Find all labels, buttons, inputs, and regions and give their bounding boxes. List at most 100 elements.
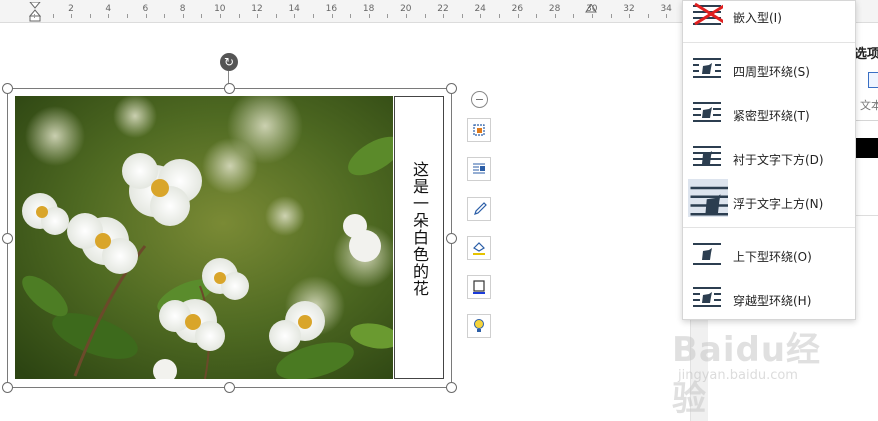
menu-label-in-front-of-text: 浮于文字上方(N) <box>733 197 824 211</box>
ruler-tick <box>182 14 184 18</box>
menu-label-inline: 嵌入型(I) <box>733 11 782 25</box>
ruler-tick <box>368 14 370 18</box>
ruler-tick <box>52 14 54 18</box>
resize-handle-top-left[interactable] <box>2 83 13 94</box>
color-swatch[interactable] <box>856 138 878 158</box>
wrap-in-front-icon <box>688 179 728 217</box>
ruler-tick <box>573 14 575 18</box>
menu-item-through[interactable]: 穿越型环绕(H) <box>683 280 855 318</box>
ruler-tick <box>275 14 277 18</box>
fill-button[interactable] <box>467 236 491 260</box>
ruler-label: 10 <box>214 4 226 14</box>
wrap-behind-text-icon <box>693 146 721 166</box>
menu-item-inline[interactable]: 嵌入型(I) <box>683 0 855 35</box>
ruler-label: 28 <box>548 4 561 14</box>
ruler-tick <box>406 14 407 18</box>
panel-title: 选项 <box>854 47 878 62</box>
menu-item-tight[interactable]: 紧密型环绕(T) <box>683 95 855 133</box>
ruler-tick <box>331 14 333 18</box>
menu-label-top-bottom: 上下型环绕(O) <box>733 250 812 264</box>
resize-handle-bottom-center[interactable] <box>224 382 235 393</box>
ruler-tick <box>536 14 538 18</box>
effects-button[interactable] <box>467 314 491 338</box>
ruler-scale: 2 4 6 8 10 12 14 16 18 20 22 24 26 28 30 32 34 <box>0 4 690 18</box>
menu-label-square: 四周型环绕(S) <box>733 65 810 79</box>
ruler-tick <box>89 14 91 18</box>
outline-button[interactable] <box>467 275 491 299</box>
fill-bucket-icon <box>473 242 485 255</box>
menu-item-in-front-of-text[interactable]: 浮于文字上方(N) <box>683 179 855 221</box>
menu-separator <box>683 42 855 43</box>
layout-options-button[interactable] <box>467 118 491 142</box>
ruler-tick <box>424 14 426 18</box>
ruler-tick <box>387 14 389 18</box>
resize-handle-top-right[interactable] <box>446 83 457 94</box>
ruler-tick <box>610 14 612 18</box>
ruler-tick <box>499 14 500 18</box>
ruler-label: 26 <box>511 4 524 14</box>
ruler-tick <box>647 14 649 18</box>
resize-handle-middle-left[interactable] <box>2 233 13 244</box>
ruler-label: 14 <box>288 4 300 14</box>
ruler-label: 18 <box>362 4 375 14</box>
ruler-tick <box>517 14 519 18</box>
ruler-tick <box>238 14 240 18</box>
panel-divider-2 <box>856 215 878 216</box>
panel-text-icon[interactable] <box>868 72 878 88</box>
ruler-tick <box>554 14 556 18</box>
ruler-tick <box>480 14 482 18</box>
panel-text-label: 文本 <box>860 99 878 112</box>
ruler-label: 22 <box>437 4 449 14</box>
resize-handle-top-center[interactable] <box>224 83 235 94</box>
ruler-tick <box>108 14 110 18</box>
ruler-tick <box>127 14 128 18</box>
ruler-label: 24 <box>474 4 486 14</box>
vertical-textbox[interactable]: 这是一朵白色的花 <box>394 96 444 379</box>
menu-label-through: 穿越型环绕(H) <box>733 294 812 308</box>
ruler-tick <box>71 14 73 18</box>
rotate-icon[interactable]: ↻ <box>220 53 238 71</box>
ruler-tick <box>220 14 221 18</box>
text-wrap-button[interactable] <box>467 157 491 181</box>
watermark-sub: jingyan.baidu.com <box>678 368 798 383</box>
brush-icon <box>474 202 487 215</box>
ruler-label: 16 <box>325 4 338 14</box>
ruler-label: 8 <box>179 4 186 14</box>
outline-icon <box>473 280 485 294</box>
ruler-label: 34 <box>660 4 672 14</box>
wrap-square-icon <box>693 58 721 78</box>
ruler-label: 30 <box>586 4 598 14</box>
textbox-text[interactable]: 这是一朵白色的花 <box>407 161 431 297</box>
menu-item-square[interactable]: 四周型环绕(S) <box>683 51 855 89</box>
baidu-watermark: Baidu经验 jingyan.baidu.com <box>672 322 832 419</box>
pen-button[interactable] <box>467 197 491 221</box>
ruler-tick <box>592 14 593 18</box>
ruler-label: 12 <box>251 4 263 14</box>
ruler-tick <box>294 14 296 18</box>
flower-photo[interactable] <box>15 96 393 379</box>
ruler-tick <box>145 14 147 18</box>
ruler-label: 6 <box>142 4 149 14</box>
resize-handle-middle-right[interactable] <box>446 233 457 244</box>
ruler-tick <box>350 14 352 18</box>
collapse-tools-button[interactable]: − <box>471 91 488 108</box>
menu-label-behind-text: 衬于文字下方(D) <box>733 153 824 167</box>
resize-handle-bottom-right[interactable] <box>446 382 457 393</box>
ruler-tick <box>313 14 314 18</box>
ruler-tick <box>164 14 166 18</box>
ruler-tick <box>461 14 463 18</box>
ruler-label: 20 <box>400 4 412 14</box>
menu-item-behind-text[interactable]: 衬于文字下方(D) <box>683 139 855 177</box>
menu-item-top-bottom[interactable]: 上下型环绕(O) <box>683 236 855 274</box>
menu-separator-2 <box>683 227 855 228</box>
panel-divider <box>854 120 878 121</box>
resize-handle-bottom-left[interactable] <box>2 382 13 393</box>
wrap-tight-icon <box>693 102 721 122</box>
lightbulb-icon <box>474 319 484 332</box>
wrap-through-icon <box>693 287 721 307</box>
crop-icon <box>473 124 485 136</box>
wrap-text-menu: 嵌入型(I) 四周型环绕(S) 紧密型环绕(T) 衬于文字下方(D) 浮于文字上… <box>682 0 856 320</box>
ruler-tick <box>34 14 35 18</box>
ruler-tick <box>257 14 259 18</box>
ruler-label: 2 <box>68 4 74 14</box>
